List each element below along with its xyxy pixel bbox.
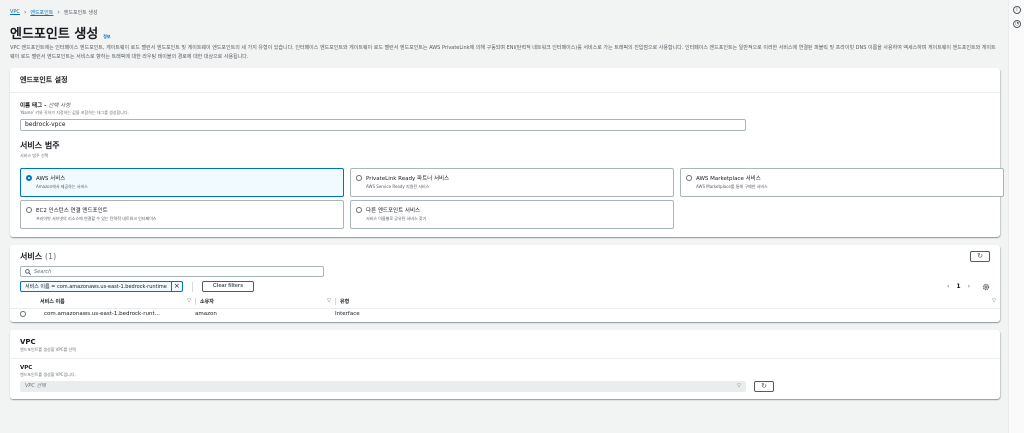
info-link[interactable]: 정보	[103, 34, 110, 40]
vpc-refresh-button[interactable]: ↻	[754, 381, 774, 392]
chevron-right-icon: ›	[23, 8, 27, 16]
sort-caret-icon: ▽	[327, 298, 331, 305]
name-tag-input[interactable]: bedrock-vpce	[20, 119, 746, 131]
app-root: VPC › 엔드포인트 › 엔드포인트 생성 엔드포인트 생성 정보 VPC 엔…	[0, 0, 1024, 433]
vpc-select-placeholder: VPC 선택	[25, 383, 46, 389]
column-divider	[335, 298, 336, 306]
vpc-panel: VPC 엔드포인트를 생성할 VPC를 선택 VPC 엔드포인트를 생성할 VP…	[10, 330, 1000, 399]
radio-icon[interactable]	[686, 175, 692, 181]
row-select-cell	[10, 308, 40, 320]
chevron-right-icon: ›	[57, 8, 60, 16]
caret-down-icon: ▽	[737, 383, 741, 389]
feedback-icon[interactable]: ◔	[1013, 20, 1021, 28]
vpc-field-label: VPC	[20, 365, 33, 371]
services-count: (1)	[44, 252, 57, 261]
tile-title: PrivateLink Ready 파트너 서비스	[366, 176, 450, 182]
services-title-text: 서비스	[20, 252, 43, 261]
page-number[interactable]: 1	[956, 283, 960, 290]
right-rail: i ◔	[1008, 0, 1024, 433]
service-name-cell: com.amazonaws.us-east-1.bedrock-runt...	[44, 311, 160, 318]
radio-selected-icon[interactable]	[26, 175, 32, 181]
vpc-select-row: VPC 선택 ▽ ↻	[20, 378, 990, 392]
owner-cell: amazon	[195, 311, 217, 318]
search-input[interactable]: Search	[20, 266, 324, 277]
info-icon[interactable]: i	[1013, 6, 1021, 14]
tile-title: AWS Marketplace 서비스	[696, 176, 761, 182]
sort-caret-icon: ▽	[187, 298, 191, 305]
tile-title: EC2 인스턴스 연결 엔드포인트	[36, 208, 108, 214]
chevron-left-icon[interactable]: ‹	[947, 283, 949, 290]
column-divider	[195, 298, 196, 306]
clear-filters-button[interactable]: Clear filters	[201, 281, 255, 292]
page-description: VPC 엔드포인트에는 인터페이스 엔드포인트, 게이트웨이 로드 밸런서 엔드…	[10, 45, 996, 60]
breadcrumb-vpc[interactable]: VPC	[10, 9, 20, 15]
column-header-service-name[interactable]: 서비스 이름 ▽	[40, 296, 195, 309]
filter-token: 서비스 이름 = com.amazonaws.us-east-1.bedrock…	[20, 281, 183, 292]
filter-row: 서비스 이름 = com.amazonaws.us-east-1.bedrock…	[20, 281, 990, 292]
endpoint-settings-body: 이름 태그 - 선택 사항 'Name' 키와 귀하가 지정하는 값을 포함하는…	[10, 93, 1004, 237]
column-label: 소유자	[200, 299, 214, 306]
column-label: 서비스 이름	[40, 299, 65, 306]
sort-caret-icon: ▽	[992, 298, 996, 305]
tile-title: AWS 서비스	[36, 176, 66, 182]
vpc-body: VPC 엔드포인트를 생성할 VPC입니다. VPC 선택 ▽ ↻	[10, 359, 1000, 399]
column-header-owner[interactable]: 소유자 ▽	[195, 296, 335, 309]
refresh-icon: ↻	[977, 253, 983, 260]
column-label: 유형	[340, 299, 350, 306]
refresh-icon: ↻	[761, 383, 767, 390]
table-header-row: 서비스 이름 ▽ 소유자 ▽ 유형 ▽	[10, 296, 1000, 309]
tile-desc: AWS Service Ready 지원된 서비스	[366, 184, 430, 189]
search-placeholder: Search	[34, 268, 52, 275]
endpoint-settings-header: 엔드포인트 설정	[10, 68, 1000, 93]
services-panel: 서비스 (1) ↻ Search 서비스 이름 = com.amazonaws.…	[10, 245, 1000, 322]
name-tag-optional: 선택 사항	[48, 103, 71, 109]
tile-desc: AWS Marketplace를 통해 구매한 서비스	[696, 184, 768, 189]
tile-desc: Amazon에서 제공하는 서비스	[36, 184, 88, 189]
radio-icon[interactable]	[20, 310, 26, 317]
gear-icon[interactable]	[982, 283, 990, 291]
title-row: 엔드포인트 생성 정보	[10, 23, 1000, 42]
name-tag-hint: 'Name' 키와 귀하가 지정하는 값을 포함하는 태그를 생성합니다.	[20, 110, 129, 115]
table-row[interactable]: com.amazonaws.us-east-1.bedrock-runt... …	[10, 308, 1000, 320]
tile-desc: 서비스 이름별로 공유된 서비스 찾기	[366, 216, 427, 221]
chevron-right-icon[interactable]: ›	[968, 283, 970, 290]
tile-desc: 프라이빗 서브넷의 리소스에 연결할 수 있는 탄력적 네트워크 인터페이스	[36, 216, 157, 221]
radio-icon[interactable]	[356, 207, 362, 213]
search-icon	[25, 268, 31, 275]
pagination: ‹ 1 ›	[947, 283, 990, 291]
vpc-header-title: VPC	[20, 338, 36, 346]
vpc-select[interactable]: VPC 선택 ▽	[20, 381, 746, 392]
tile-ec2-instance-connect[interactable]: EC2 인스턴스 연결 엔드포인트프라이빗 서브넷의 리소스에 연결할 수 있는…	[20, 200, 344, 229]
breadcrumb-endpoints[interactable]: 엔드포인트	[30, 9, 53, 16]
select-column-header	[10, 296, 40, 309]
page-title: 엔드포인트 생성	[10, 27, 99, 42]
services-header: 서비스 (1) ↻	[10, 245, 1000, 262]
services-table: 서비스 이름 ▽ 소유자 ▽ 유형 ▽ com.amazonaws.us-east-1…	[10, 296, 1000, 320]
tile-other-endpoint-services[interactable]: 다른 엔드포인트 서비스서비스 이름별로 공유된 서비스 찾기	[350, 200, 674, 229]
column-header-type[interactable]: 유형 ▽	[335, 296, 1000, 309]
breadcrumb: VPC › 엔드포인트 › 엔드포인트 생성	[10, 5, 1000, 19]
service-category-tiles: AWS 서비스 Amazon에서 제공하는 서비스 PrivateLink Rea…	[20, 168, 1004, 229]
service-category-title: 서비스 범주	[20, 141, 60, 150]
tile-privatelink-partner[interactable]: PrivateLink Ready 파트너 서비스 AWS Service Rea…	[350, 168, 674, 197]
tile-title: 다른 엔드포인트 서비스	[366, 208, 421, 214]
vpc-header: VPC 엔드포인트를 생성할 VPC를 선택	[10, 330, 1000, 359]
filter-token-text: 서비스 이름 = com.amazonaws.us-east-1.bedrock…	[25, 284, 167, 290]
type-cell: Interface	[335, 311, 360, 318]
main-content: VPC › 엔드포인트 › 엔드포인트 생성 엔드포인트 생성 정보 VPC 엔…	[0, 0, 1008, 433]
refresh-button[interactable]: ↻	[970, 251, 990, 262]
vpc-header-hint: 엔드포인트를 생성할 VPC를 선택	[20, 347, 76, 352]
radio-icon[interactable]	[26, 207, 32, 213]
name-tag-label-text: 이름 태그 -	[20, 103, 49, 109]
name-tag-label: 이름 태그 - 선택 사항	[20, 101, 990, 109]
endpoint-settings-panel: 엔드포인트 설정 이름 태그 - 선택 사항 'Name' 키와 귀하가 지정하…	[10, 68, 1004, 237]
divider	[191, 281, 193, 292]
service-category-hint: 서비스 범주 선택	[20, 153, 49, 158]
services-title: 서비스 (1)	[20, 251, 56, 262]
radio-icon[interactable]	[356, 175, 362, 181]
close-icon[interactable]: ×	[170, 282, 182, 291]
breadcrumb-current: 엔드포인트 생성	[63, 9, 98, 16]
tile-aws-marketplace[interactable]: AWS Marketplace 서비스 AWS Marketplace를 통해 구…	[680, 168, 1004, 197]
tile-aws-services[interactable]: AWS 서비스 Amazon에서 제공하는 서비스	[20, 168, 344, 197]
